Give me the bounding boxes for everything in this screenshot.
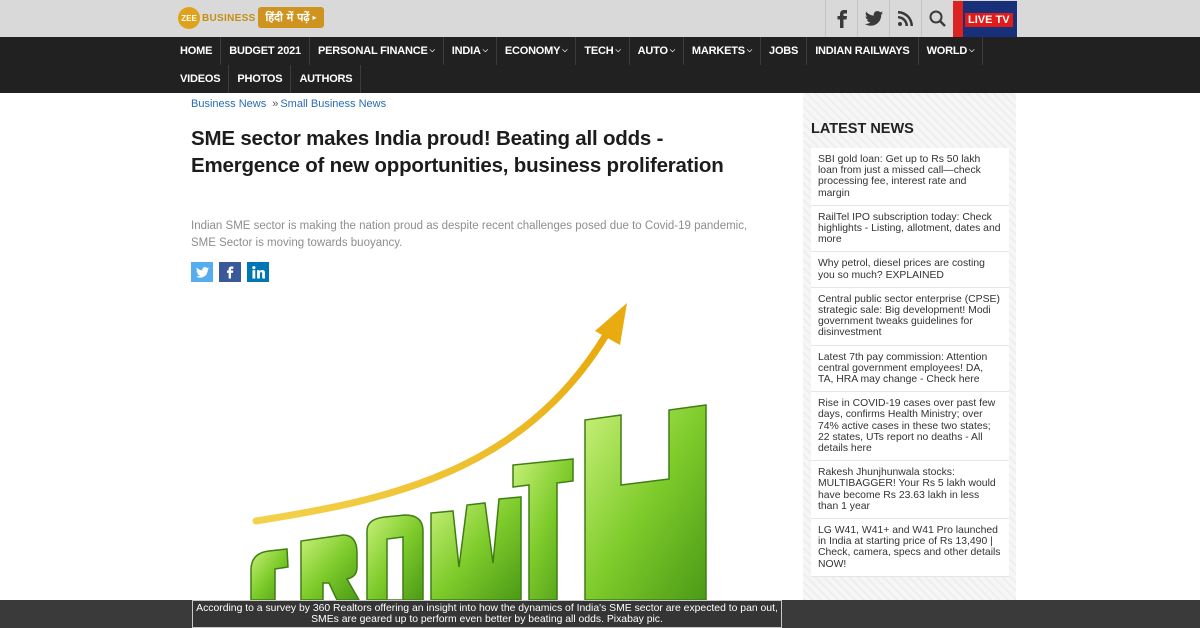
nav-item-world[interactable]: WORLD ⌵ — [919, 37, 984, 65]
share-linkedin-button[interactable] — [247, 262, 269, 282]
nav-item-label: ECONOMY — [504, 45, 561, 57]
twitter-icon[interactable] — [857, 0, 889, 37]
twitter-icon — [195, 266, 209, 278]
chevron-down-icon: ⌵ — [615, 47, 621, 54]
nav-item-videos[interactable]: VIDEOS — [172, 65, 230, 93]
nav-item-label: PHOTOS — [237, 73, 283, 85]
chevron-down-icon: ⌵ — [482, 47, 488, 54]
article-summary: Indian SME sector is making the nation p… — [191, 220, 748, 249]
chevron-right-icon: ▸ — [312, 13, 317, 22]
nav-item-label: AUTHORS — [299, 73, 353, 85]
live-tv-button[interactable]: LIVE TV — [953, 1, 1017, 37]
nav-item-personal-finance[interactable]: PERSONAL FINANCE ⌵ — [310, 37, 444, 65]
chevron-down-icon: ⌵ — [562, 47, 568, 54]
latest-news-item[interactable]: Central public sector enterprise (CPSE) … — [811, 288, 1009, 346]
share-buttons — [191, 262, 269, 282]
latest-news-item[interactable]: SBI gold loan: Get up to Rs 50 lakh loan… — [811, 148, 1009, 206]
facebook-icon — [227, 266, 234, 278]
nav-item-budget-2021[interactable]: BUDGET 2021 — [221, 37, 310, 65]
logo-text: BUSINESS — [202, 12, 256, 24]
breadcrumb: Business News » Small Business News — [191, 98, 386, 110]
nav-item-label: BUDGET 2021 — [229, 45, 301, 57]
latest-news-title: LATEST NEWS — [811, 121, 914, 137]
search-icon[interactable] — [921, 0, 953, 37]
nav-item-label: HOME — [180, 45, 213, 57]
nav-row-primary: HOME BUDGET 2021 PERSONAL FINANCE ⌵ INDIA ⌵ EC… — [172, 37, 984, 65]
chevron-down-icon: ⌵ — [429, 47, 435, 54]
social-icons — [825, 0, 953, 37]
nav-item-label: VIDEOS — [180, 73, 221, 85]
image-caption: According to a survey by 360 Realtors of… — [192, 600, 782, 628]
nav-item-economy[interactable]: ECONOMY ⌵ — [497, 37, 577, 65]
latest-news-item[interactable]: Why petrol, diesel prices are costing yo… — [811, 252, 1009, 288]
latest-news-item[interactable]: Latest 7th pay commission: Attention cen… — [811, 346, 1009, 393]
linkedin-icon — [251, 265, 265, 279]
article-hero-image — [191, 295, 751, 600]
breadcrumb-business-news[interactable]: Business News — [191, 98, 266, 110]
latest-news-list: SBI gold loan: Get up to Rs 50 lakh loan… — [811, 148, 1009, 577]
nav-item-label: INDIAN RAILWAYS — [815, 45, 910, 57]
chevron-down-icon: ⌵ — [969, 47, 975, 54]
logo-badge: ZEE — [178, 7, 200, 29]
nav-item-indian-railways[interactable]: INDIAN RAILWAYS — [807, 37, 919, 65]
rss-icon[interactable] — [889, 0, 921, 37]
live-tv-label: LIVE TV — [965, 13, 1013, 27]
nav-item-india[interactable]: INDIA ⌵ — [444, 37, 497, 65]
latest-news-item[interactable]: Rakesh Jhunjhunwala stocks: MULTIBAGGER!… — [811, 461, 1009, 520]
share-facebook-button[interactable] — [219, 262, 241, 282]
main-nav: HOME BUDGET 2021 PERSONAL FINANCE ⌵ INDIA ⌵ EC… — [0, 37, 1200, 93]
chevron-down-icon: ⌵ — [669, 47, 675, 54]
nav-item-label: AUTO — [637, 45, 668, 57]
nav-item-label: TECH — [584, 45, 614, 57]
latest-news-item[interactable]: RailTel IPO subscription today: Check hi… — [811, 206, 1009, 253]
nav-item-label: INDIA — [451, 45, 481, 57]
nav-item-tech[interactable]: TECH ⌵ — [576, 37, 630, 65]
nav-item-jobs[interactable]: JOBS — [761, 37, 808, 65]
nav-item-photos[interactable]: PHOTOS — [229, 65, 292, 93]
live-tv-stripe — [953, 1, 963, 37]
chevron-down-icon: ⌵ — [746, 47, 753, 54]
nav-row-secondary: VIDEOS PHOTOS AUTHORS — [172, 65, 362, 93]
latest-news-item[interactable]: Rise in COVID-19 cases over past few day… — [811, 392, 1009, 462]
nav-item-label: WORLD — [926, 45, 968, 57]
latest-news-item[interactable]: LG W41, W41+ and W41 Pro launched in Ind… — [811, 519, 1009, 577]
nav-item-markets[interactable]: MARKETS ⌵ — [684, 37, 762, 65]
facebook-icon[interactable] — [825, 0, 857, 37]
breadcrumb-small-business-news[interactable]: Small Business News — [280, 98, 386, 110]
zee-business-logo[interactable]: ZEE BUSINESS — [178, 7, 256, 29]
nav-item-label: MARKETS — [691, 45, 745, 57]
read-in-hindi-button[interactable]: हिंदी में पढ़ें ▸ — [258, 7, 324, 28]
nav-item-label: JOBS — [769, 45, 799, 57]
nav-item-authors[interactable]: AUTHORS — [291, 65, 362, 93]
top-bar: ZEE BUSINESS हिंदी में पढ़ें ▸ LIVE TV — [0, 0, 1200, 37]
nav-item-label: PERSONAL FINANCE — [317, 45, 428, 57]
hindi-button-label: हिंदी में पढ़ें — [265, 11, 310, 24]
article-headline: SME sector makes India proud! Beating al… — [191, 127, 724, 177]
nav-item-home[interactable]: HOME — [172, 37, 222, 65]
breadcrumb-separator: » — [272, 98, 279, 110]
share-twitter-button[interactable] — [191, 262, 213, 282]
latest-news-sidebar: LATEST NEWS SBI gold loan: Get up to Rs … — [803, 93, 1016, 600]
nav-item-auto[interactable]: AUTO ⌵ — [630, 37, 684, 65]
